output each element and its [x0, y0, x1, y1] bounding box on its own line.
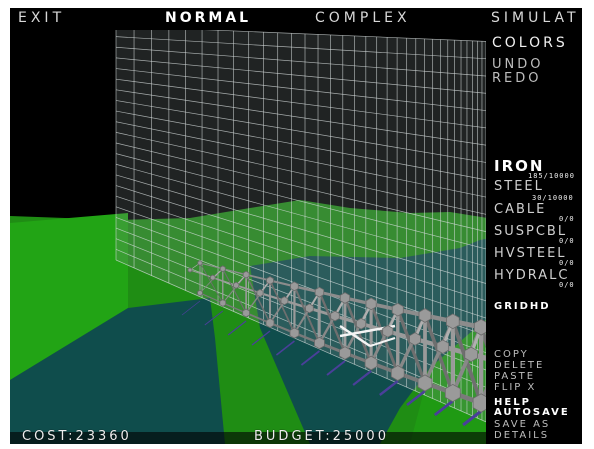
- material-hvsteel[interactable]: HVSTEEL: [494, 246, 567, 261]
- redo-button[interactable]: REDO: [492, 71, 542, 86]
- details-button[interactable]: DETAILS: [494, 430, 549, 441]
- hvsteel-count: 0/0: [559, 259, 575, 267]
- paste-button[interactable]: PASTE: [494, 371, 535, 382]
- truss-joint[interactable]: [289, 327, 300, 339]
- steel-count: 30/10000: [532, 194, 574, 202]
- delete-button[interactable]: DELETE: [494, 360, 544, 371]
- truss-joint[interactable]: [232, 281, 240, 289]
- truss-joint[interactable]: [242, 308, 250, 318]
- truss-joint[interactable]: [339, 346, 351, 360]
- budget-readout: BUDGET:25000: [254, 429, 389, 444]
- truss-joint[interactable]: [382, 325, 394, 338]
- material-steel[interactable]: STEEL: [494, 179, 544, 194]
- truss-joint[interactable]: [266, 276, 274, 285]
- truss-joint[interactable]: [187, 267, 193, 273]
- colors-button[interactable]: COLORS: [492, 35, 568, 51]
- truss-joint[interactable]: [444, 383, 461, 403]
- autosave-button[interactable]: AUTOSAVE: [494, 407, 570, 418]
- truss-joint[interactable]: [365, 297, 377, 311]
- truss-joint[interactable]: [330, 310, 340, 322]
- exit-button[interactable]: EXIT: [18, 10, 65, 26]
- truss-joint[interactable]: [210, 274, 216, 281]
- truss-joint[interactable]: [314, 336, 325, 350]
- truss-joint[interactable]: [305, 303, 314, 314]
- flip-x-button[interactable]: FLIP X: [494, 382, 536, 393]
- truss-joint[interactable]: [436, 339, 450, 354]
- truss-joint[interactable]: [391, 302, 404, 317]
- copy-button[interactable]: COPY: [494, 349, 529, 360]
- truss-joint[interactable]: [242, 270, 250, 279]
- complex-mode-button[interactable]: COMPLEX: [315, 10, 411, 26]
- undo-button[interactable]: UNDO: [492, 57, 543, 72]
- truss-joint[interactable]: [473, 318, 489, 336]
- truss-joint[interactable]: [280, 296, 289, 306]
- truss-joint[interactable]: [265, 317, 275, 329]
- truss-joint[interactable]: [314, 286, 325, 298]
- simulate-button[interactable]: SIMULAT: [491, 10, 580, 26]
- truss-joint[interactable]: [256, 288, 264, 298]
- normal-mode-button[interactable]: NORMAL: [165, 10, 251, 26]
- truss-joint[interactable]: [364, 355, 378, 371]
- game-viewport[interactable]: EXIT NORMAL COMPLEX SIMULAT COLORS UNDO …: [10, 8, 582, 444]
- grid-toggle-button[interactable]: GRIDHD: [494, 301, 551, 312]
- truss-joint[interactable]: [219, 265, 226, 273]
- truss-joint[interactable]: [197, 289, 203, 297]
- truss-joint[interactable]: [197, 260, 203, 266]
- truss-joint[interactable]: [219, 299, 227, 307]
- cable-count: 0/0: [559, 215, 575, 223]
- cost-readout: COST:23360: [22, 429, 132, 444]
- save-as-button[interactable]: SAVE AS: [494, 419, 550, 430]
- truss-joint[interactable]: [390, 365, 405, 381]
- truss-joint[interactable]: [339, 292, 351, 304]
- truss-joint[interactable]: [355, 317, 367, 330]
- truss-joint[interactable]: [445, 313, 460, 330]
- truss-joint[interactable]: [464, 346, 478, 363]
- suspcbl-count: 0/0: [559, 237, 575, 245]
- truss-joint[interactable]: [409, 332, 421, 346]
- hydralc-count: 0/0: [559, 281, 575, 289]
- truss-joint[interactable]: [417, 374, 433, 392]
- truss-joint[interactable]: [418, 308, 432, 323]
- truss-joint[interactable]: [290, 281, 299, 292]
- material-cable[interactable]: CABLE: [494, 202, 546, 217]
- material-suspcbl[interactable]: SUSPCBL: [494, 224, 567, 239]
